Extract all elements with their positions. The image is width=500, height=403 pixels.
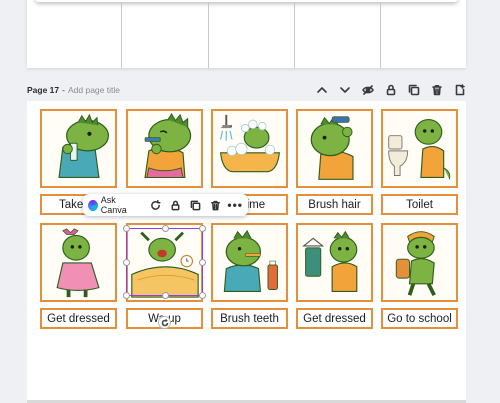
duplicate-icon[interactable] [404, 81, 423, 99]
card-image[interactable] [40, 109, 117, 188]
trash-icon[interactable] [207, 196, 223, 214]
page-title-input[interactable]: Add page title [68, 85, 120, 95]
rotate-icon [161, 318, 168, 326]
dino-bath-illustration [219, 114, 280, 173]
dino-brush-teeth-illustration [223, 229, 278, 292]
card-image[interactable] [296, 223, 373, 302]
card-image[interactable] [296, 109, 373, 188]
dino-dress-illustration [56, 228, 100, 298]
page-separator: - [62, 85, 65, 95]
duplicate-icon[interactable] [187, 196, 203, 214]
refresh-icon[interactable] [147, 196, 163, 214]
page-header: Page 17 - Add page title [27, 81, 469, 99]
rotate-handle[interactable] [158, 316, 171, 329]
grid-line [208, 2, 209, 68]
page-number: Page 17 [27, 85, 60, 95]
chevron-down-icon[interactable] [335, 81, 354, 99]
dino-wake-up-illustration [131, 231, 199, 298]
floating-toolbar: Ask Canva ••• [83, 194, 248, 216]
grid-line [294, 2, 295, 68]
dino-hanger-illustration [302, 230, 358, 292]
card-label: Get dressed [296, 308, 373, 329]
card-label: Brush hair [296, 194, 373, 215]
card-image[interactable] [126, 109, 203, 188]
card-image[interactable] [40, 223, 117, 302]
eye-slash-icon[interactable] [358, 81, 377, 99]
add-page-icon[interactable] [450, 81, 469, 99]
previous-page-edge [35, 0, 458, 2]
page-actions [312, 81, 469, 99]
trash-icon[interactable] [427, 81, 446, 99]
card-label: Go to school [381, 308, 458, 329]
dino-brush-hair-illustration [310, 115, 354, 180]
grid-line [121, 2, 122, 68]
dino-toilet-illustration [388, 119, 451, 180]
card-image[interactable] [211, 109, 288, 188]
previous-page [27, 0, 466, 68]
chevron-up-icon[interactable] [312, 81, 331, 99]
ask-canva-label: Ask Canva [100, 195, 127, 215]
card-image[interactable] [381, 223, 458, 302]
dino-drinking-illustration [58, 113, 109, 178]
card-image[interactable] [211, 223, 288, 302]
card-image[interactable] [381, 109, 458, 188]
grid-line [380, 2, 381, 68]
ask-canva-button[interactable]: Ask Canva [88, 195, 143, 215]
card-image[interactable] [126, 223, 203, 302]
lock-icon[interactable] [381, 81, 400, 99]
dino-school-illustration [395, 231, 436, 297]
more-options-button[interactable]: ••• [227, 198, 243, 212]
dino-brushing-illustration [144, 112, 192, 178]
card-label: Toilet [381, 194, 458, 215]
card-label: Brush teeth [211, 308, 288, 329]
canva-ai-icon [88, 199, 98, 211]
lock-icon[interactable] [167, 196, 183, 214]
card-label: Get dressed [40, 308, 117, 329]
